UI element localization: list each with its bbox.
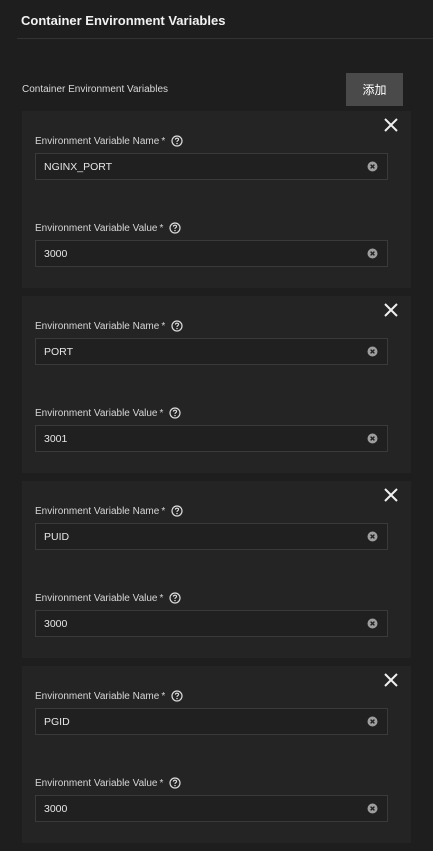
help-circle-icon[interactable] bbox=[171, 505, 183, 517]
env-name-field: Environment Variable Name * bbox=[35, 504, 388, 550]
close-icon bbox=[384, 303, 398, 317]
page: Container Environment Variables Containe… bbox=[0, 0, 433, 851]
clear-circle-icon[interactable] bbox=[367, 346, 378, 357]
env-value-label: Environment Variable Value bbox=[35, 777, 158, 789]
env-name-input[interactable] bbox=[44, 709, 344, 734]
help-circle-icon[interactable] bbox=[169, 592, 181, 604]
help-circle-icon[interactable] bbox=[171, 690, 183, 702]
clear-circle-icon[interactable] bbox=[367, 531, 378, 542]
env-value-label: Environment Variable Value bbox=[35, 592, 158, 604]
help-circle-icon[interactable] bbox=[169, 222, 181, 234]
env-name-label: Environment Variable Name bbox=[35, 135, 160, 147]
env-name-input[interactable] bbox=[44, 524, 344, 549]
env-name-input-box bbox=[35, 338, 388, 365]
remove-entry-button[interactable] bbox=[383, 302, 399, 318]
required-mark: * bbox=[159, 777, 164, 789]
required-mark: * bbox=[161, 505, 166, 517]
section-title: Container Environment Variables bbox=[21, 13, 226, 28]
env-entry: Environment Variable Name * Environment … bbox=[22, 481, 411, 658]
help-circle-icon[interactable] bbox=[169, 407, 181, 419]
required-mark: * bbox=[161, 320, 166, 332]
env-value-field: Environment Variable Value * bbox=[35, 221, 388, 267]
env-list-label: Container Environment Variables bbox=[22, 84, 169, 95]
env-name-input[interactable] bbox=[44, 339, 344, 364]
env-name-input[interactable] bbox=[44, 154, 344, 179]
help-circle-icon[interactable] bbox=[171, 320, 183, 332]
remove-entry-button[interactable] bbox=[383, 117, 399, 133]
env-value-field: Environment Variable Value * bbox=[35, 591, 388, 637]
env-name-label: Environment Variable Name bbox=[35, 320, 160, 332]
env-value-field: Environment Variable Value * bbox=[35, 406, 388, 452]
add-env-button[interactable]: 添加 bbox=[346, 73, 403, 106]
env-entry: Environment Variable Name * Environment … bbox=[22, 666, 411, 843]
clear-circle-icon[interactable] bbox=[367, 618, 378, 629]
close-icon bbox=[384, 673, 398, 687]
env-name-label: Environment Variable Name bbox=[35, 690, 160, 702]
env-value-input[interactable] bbox=[44, 426, 344, 451]
env-value-input-box bbox=[35, 240, 388, 267]
required-mark: * bbox=[159, 407, 164, 419]
env-entry: Environment Variable Name * Environment … bbox=[22, 111, 411, 288]
help-circle-icon[interactable] bbox=[171, 135, 183, 147]
env-value-input-box bbox=[35, 425, 388, 452]
env-value-input-box bbox=[35, 795, 388, 822]
clear-circle-icon[interactable] bbox=[367, 433, 378, 444]
clear-circle-icon[interactable] bbox=[367, 803, 378, 814]
env-name-field: Environment Variable Name * bbox=[35, 319, 388, 365]
env-name-field: Environment Variable Name * bbox=[35, 689, 388, 735]
title-divider bbox=[17, 38, 433, 39]
env-value-field: Environment Variable Value * bbox=[35, 776, 388, 822]
env-value-input[interactable] bbox=[44, 796, 344, 821]
close-icon bbox=[384, 488, 398, 502]
env-name-input-box bbox=[35, 523, 388, 550]
close-icon bbox=[384, 118, 398, 132]
required-mark: * bbox=[161, 690, 166, 702]
env-value-label: Environment Variable Value bbox=[35, 407, 158, 419]
env-value-label: Environment Variable Value bbox=[35, 222, 158, 234]
env-name-input-box bbox=[35, 153, 388, 180]
env-name-field: Environment Variable Name * bbox=[35, 134, 388, 180]
env-name-label: Environment Variable Name bbox=[35, 505, 160, 517]
required-mark: * bbox=[159, 222, 164, 234]
help-circle-icon[interactable] bbox=[169, 777, 181, 789]
env-value-input-box bbox=[35, 610, 388, 637]
env-entries: Environment Variable Name * Environment … bbox=[22, 111, 411, 851]
required-mark: * bbox=[161, 135, 166, 147]
env-entry: Environment Variable Name * Environment … bbox=[22, 296, 411, 473]
env-value-input[interactable] bbox=[44, 241, 344, 266]
remove-entry-button[interactable] bbox=[383, 487, 399, 503]
required-mark: * bbox=[159, 592, 164, 604]
clear-circle-icon[interactable] bbox=[367, 161, 378, 172]
clear-circle-icon[interactable] bbox=[367, 716, 378, 727]
env-value-input[interactable] bbox=[44, 611, 344, 636]
clear-circle-icon[interactable] bbox=[367, 248, 378, 259]
env-name-input-box bbox=[35, 708, 388, 735]
remove-entry-button[interactable] bbox=[383, 672, 399, 688]
